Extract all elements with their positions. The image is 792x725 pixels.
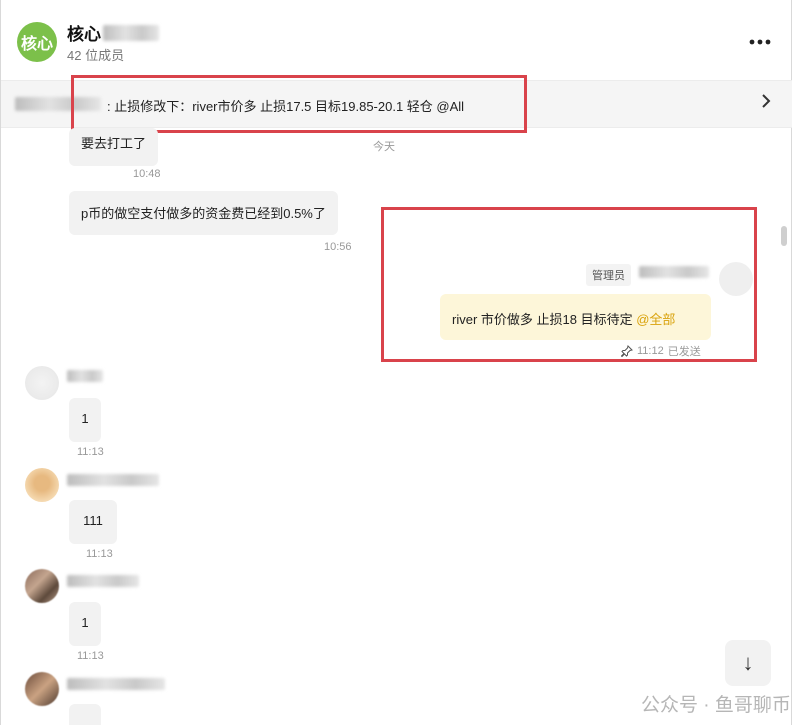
group-name-text: 核心 [67,25,101,44]
user-name-redacted [67,575,139,587]
message-time: 11:13 [86,548,113,560]
self-avatar[interactable] [719,262,753,296]
watermark: 公众号 · 鱼哥聊币 [641,695,791,716]
chat-window: 核心 核心 42 位成员 : 止损修改下：river市价多 止损17.5 目标1… [0,0,792,725]
message-time: 11:13 [77,650,104,662]
user-name-redacted [67,370,103,382]
pinned-sender-redacted [15,97,101,111]
scroll-to-bottom-button[interactable]: ↓ [725,640,771,686]
chat-header: 核心 核心 42 位成员 [1,0,792,80]
scrollbar-thumb[interactable] [781,226,787,246]
message-bubble[interactable]: 111 [69,500,117,544]
self-message-bubble[interactable]: river 市价做多 止损18 目标待定 @全部 [440,294,711,340]
self-name-redacted [639,266,709,278]
message-bubble-partial[interactable] [69,704,101,725]
self-message-status: 11:12 已发送 [621,343,701,359]
message-time: 10:48 [133,168,161,180]
pinned-message-bar[interactable]: : 止损修改下：river市价多 止损17.5 目标19.85-20.1 轻仓 … [1,80,792,128]
group-avatar-text: 核心 [20,36,53,53]
admin-badge: 管理员 [586,264,631,286]
pin-icon [621,345,633,357]
group-name-redacted [103,24,159,41]
user-avatar[interactable] [25,569,59,603]
user-avatar[interactable] [25,468,59,502]
member-count[interactable]: 42 位成员 [67,45,124,64]
message-time: 11:13 [77,446,104,458]
group-name[interactable]: 核心 [67,20,159,45]
pinned-message-text: : 止损修改下：river市价多 止损17.5 目标19.85-20.1 轻仓 … [107,99,465,114]
more-horizontal-icon [749,39,771,45]
arrow-down-icon: ↓ [742,650,754,675]
self-message-sent-status: 已发送 [667,346,701,358]
self-message-time: 11:12 [637,345,664,357]
self-message-text: river 市价做多 止损18 目标待定 [452,312,637,327]
message-bubble[interactable]: p币的做空支付做多的资金费已经到0.5%了 [69,191,338,235]
message-bubble[interactable]: 1 [69,602,101,646]
day-separator: 今天 [373,141,395,153]
message-bubble[interactable]: 要去打工了 [69,128,159,166]
chevron-right-icon[interactable] [761,93,771,114]
user-name-redacted [67,474,159,486]
mention-all[interactable]: @全部 [636,312,675,327]
message-bubble[interactable]: 1 [69,398,101,442]
user-name-redacted [67,678,165,690]
message-time: 10:56 [324,241,352,253]
group-avatar[interactable]: 核心 [17,22,57,62]
user-avatar[interactable] [25,366,59,400]
more-options-button[interactable] [749,28,771,51]
user-avatar[interactable] [25,672,59,706]
